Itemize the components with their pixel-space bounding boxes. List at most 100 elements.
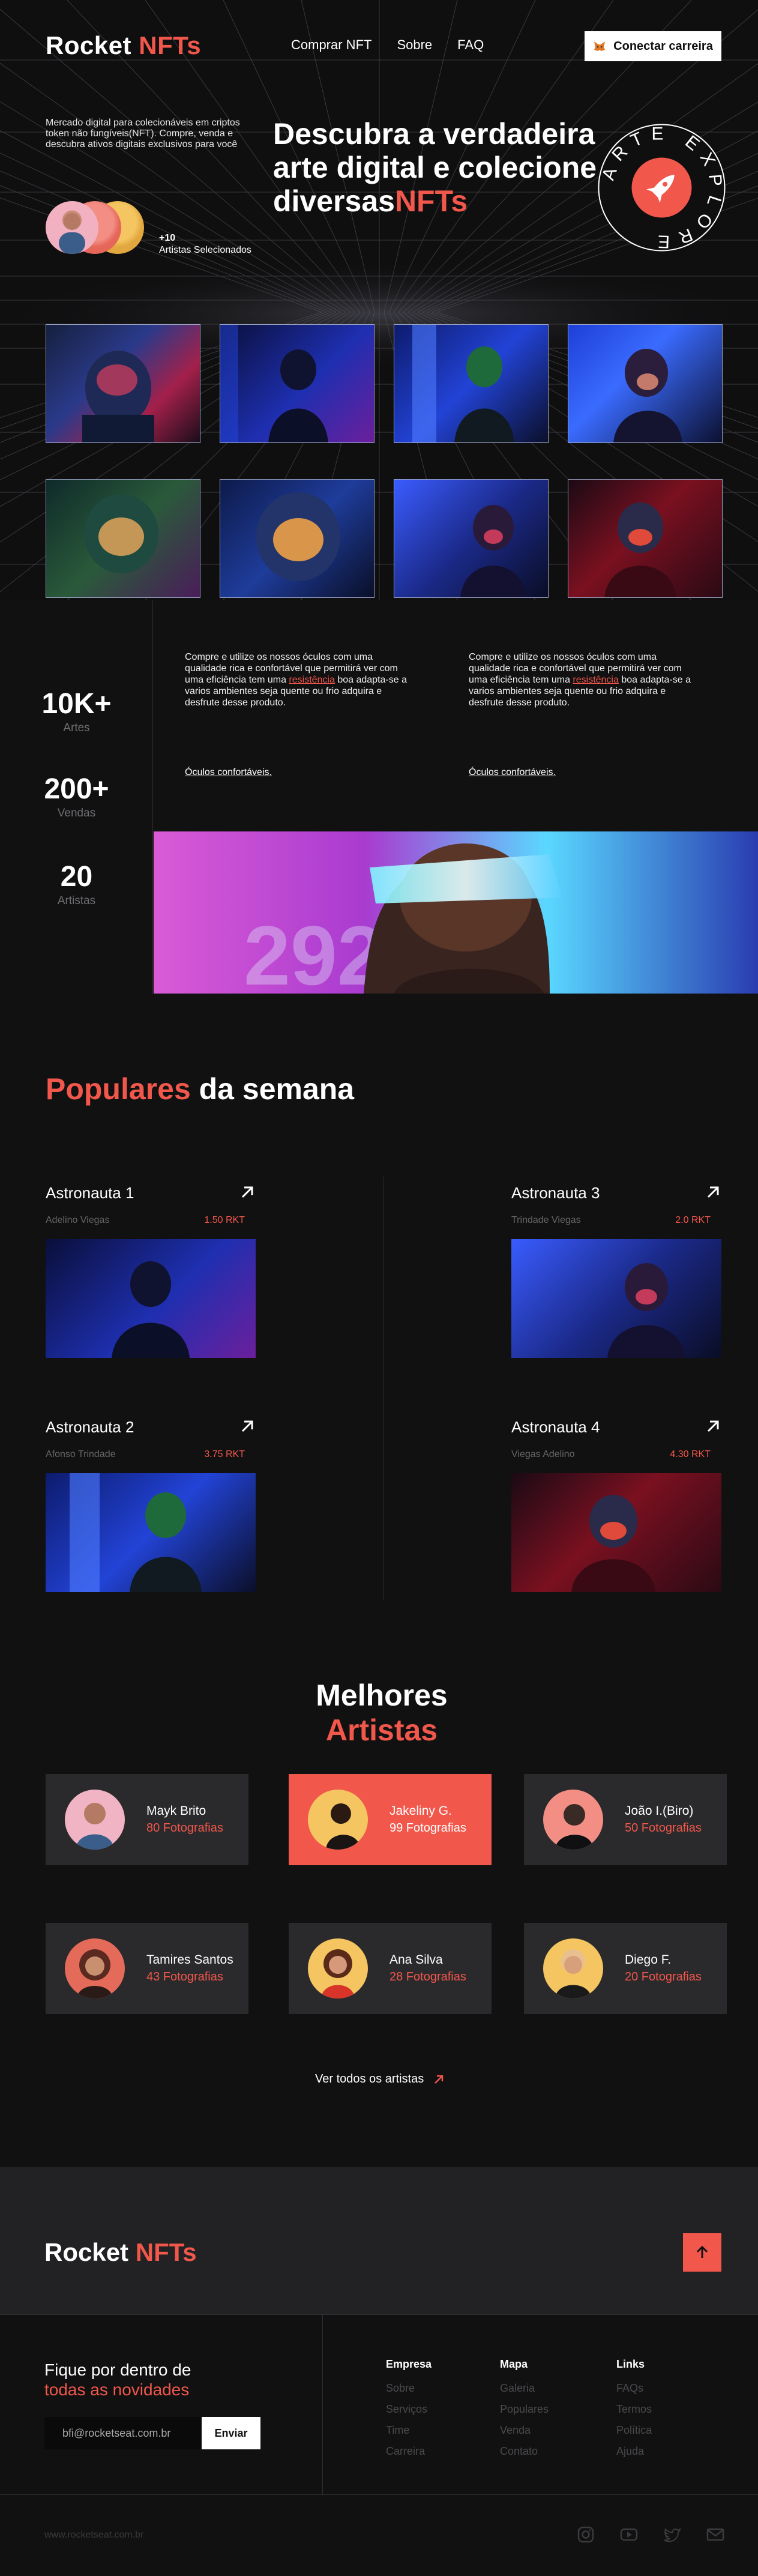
footer-link[interactable]: Galeria	[500, 2378, 549, 2399]
nft-card[interactable]	[220, 324, 374, 443]
avatar	[46, 201, 98, 254]
social-links	[576, 2525, 725, 2544]
popular-card-image[interactable]	[511, 1473, 721, 1592]
footer-link[interactable]: Política	[616, 2420, 652, 2441]
footer-link[interactable]: Carreira	[386, 2441, 432, 2462]
nav-logo[interactable]: Rocket NFTs	[46, 31, 201, 60]
footer-column-title: Empresa	[386, 2358, 432, 2370]
logo-main-text: Rocket	[46, 31, 132, 59]
popular-card-image[interactable]	[511, 1239, 721, 1358]
nav-link-buy[interactable]: Comprar NFT	[291, 37, 371, 53]
artist-photo-count: 20 Fotografias	[625, 1970, 702, 1983]
artist-card[interactable]: Tamires Santos 43 Fotografias	[46, 1923, 248, 2014]
arrow-up-right-icon[interactable]	[705, 1418, 721, 1435]
product-description-highlight: resistência	[573, 675, 619, 685]
footer-logo[interactable]: Rocket NFTs	[44, 2238, 197, 2267]
logo-accent-text: NFTs	[139, 31, 202, 59]
artist-photo-count: 80 Fotografias	[146, 1821, 223, 1835]
avatar	[543, 1938, 603, 1998]
selected-artists-label: Artistas Selecionados	[159, 245, 251, 255]
popular-card-author: Trindade Viegas	[511, 1215, 581, 1225]
popular-card-author: Afonso Trindade	[46, 1449, 116, 1459]
stat-sales: 200+ Vendas	[0, 773, 153, 820]
nft-card[interactable]	[46, 479, 200, 598]
artist-name: Diego F.	[625, 1953, 672, 1967]
footer-link[interactable]: Contato	[500, 2441, 549, 2462]
connect-wallet-button[interactable]: Conectar carreira	[585, 31, 721, 61]
footer-logo-main: Rocket	[44, 2238, 129, 2266]
nft-card[interactable]	[394, 479, 549, 598]
footer-link[interactable]: Termos	[616, 2399, 652, 2420]
artist-card[interactable]: João I.(Biro) 50 Fotografias	[524, 1774, 727, 1865]
nft-card[interactable]	[46, 324, 200, 443]
popular-title-rest: da semana	[190, 1072, 355, 1106]
nav-link-faq[interactable]: FAQ	[457, 37, 484, 53]
footer-link[interactable]: Venda	[500, 2420, 549, 2441]
newsletter-send-button[interactable]: Enviar	[202, 2417, 260, 2449]
nft-card[interactable]	[568, 324, 723, 443]
hero-title: Descubra a verdadeira arte digital e col…	[273, 117, 615, 218]
artist-name: Jakeliny G.	[390, 1804, 452, 1818]
stat-label: Artistas	[57, 894, 96, 907]
see-all-artists-link[interactable]: Ver todos os artistas	[315, 2072, 444, 2086]
artists-section-title: Melhores Artistas	[268, 1678, 496, 1748]
footer-url[interactable]: www.rocketseat.com.br	[44, 2530, 143, 2541]
arrow-up-right-icon[interactable]	[239, 1418, 256, 1435]
youtube-icon[interactable]	[619, 2525, 639, 2544]
product-link[interactable]: Óculos confortáveis.	[185, 767, 272, 778]
nft-card[interactable]	[220, 479, 374, 598]
popular-card-price: 2.0 RKT	[675, 1215, 711, 1225]
svg-text:292: 292	[244, 908, 384, 994]
footer-link[interactable]: Serviços	[386, 2399, 432, 2420]
footer-link[interactable]: Populares	[500, 2399, 549, 2420]
instagram-icon[interactable]	[576, 2525, 595, 2544]
stat-label: Artes	[63, 722, 90, 734]
arrow-up-right-icon[interactable]	[239, 1184, 256, 1201]
metamask-fox-icon	[594, 41, 606, 51]
artist-photo-count: 50 Fotografias	[625, 1821, 702, 1835]
newsletter-title-accent: todas as novidades	[44, 2380, 190, 2399]
see-all-artists-label: Ver todos os artistas	[315, 2072, 424, 2086]
popular-card-title: Astronauta 3	[511, 1184, 600, 1202]
explore-badge[interactable]: ARTE EXPLORE	[597, 123, 726, 252]
footer-link[interactable]: FAQs	[616, 2378, 652, 2399]
artist-name: Mayk Brito	[146, 1804, 206, 1818]
nav-link-about[interactable]: Sobre	[397, 37, 432, 53]
artist-card[interactable]: Mayk Brito 80 Fotografias	[46, 1774, 248, 1865]
artist-photo-count: 99 Fotografias	[390, 1821, 466, 1835]
avatar	[308, 1790, 368, 1850]
hero-title-line3: diversas	[273, 184, 395, 218]
nft-card[interactable]	[568, 479, 723, 598]
popular-card-image[interactable]	[46, 1239, 256, 1358]
avatar	[65, 1790, 125, 1850]
footer-link[interactable]: Time	[386, 2420, 432, 2441]
hero-description: Mercado digital para colecionáveis em cr…	[46, 118, 240, 149]
mail-icon[interactable]	[706, 2525, 725, 2544]
stat-value: 10K+	[41, 688, 112, 720]
popular-card-image[interactable]	[46, 1473, 256, 1592]
artist-card[interactable]: Ana Silva 28 Fotografias	[289, 1923, 492, 2014]
back-to-top-button[interactable]	[683, 2233, 721, 2272]
newsletter-title: Fique por dentro de todas as novidades	[44, 2360, 191, 2400]
product-link[interactable]: Óculos confortáveis.	[469, 767, 556, 778]
popular-card-title: Astronauta 2	[46, 1418, 134, 1436]
arrow-up-right-icon	[435, 2075, 444, 2084]
footer-top: Rocket NFTs	[0, 2167, 758, 2314]
stat-value: 20	[60, 861, 93, 893]
nft-card[interactable]	[394, 324, 549, 443]
hero-title-line1: Descubra a verdadeira	[273, 117, 595, 151]
selected-artists-count: +10	[159, 233, 176, 243]
stat-label: Vendas	[57, 807, 96, 819]
footer-link[interactable]: Ajuda	[616, 2441, 652, 2462]
footer-link[interactable]: Sobre	[386, 2378, 432, 2399]
hero-title-accent: NFTs	[394, 184, 468, 218]
artist-card[interactable]: Jakeliny G. 99 Fotografias	[289, 1774, 492, 1865]
newsletter-email-input[interactable]	[44, 2417, 202, 2449]
arrow-up-right-icon[interactable]	[705, 1184, 721, 1201]
twitter-icon[interactable]	[663, 2525, 682, 2544]
stats-column: 10K+ Artes 200+ Vendas 20 Artistas	[0, 600, 153, 994]
nft-gallery-row-1	[46, 324, 723, 443]
artist-name: João I.(Biro)	[625, 1804, 694, 1818]
artist-card[interactable]: Diego F. 20 Fotografias	[524, 1923, 727, 2014]
artist-photo-count: 28 Fotografias	[390, 1970, 466, 1983]
